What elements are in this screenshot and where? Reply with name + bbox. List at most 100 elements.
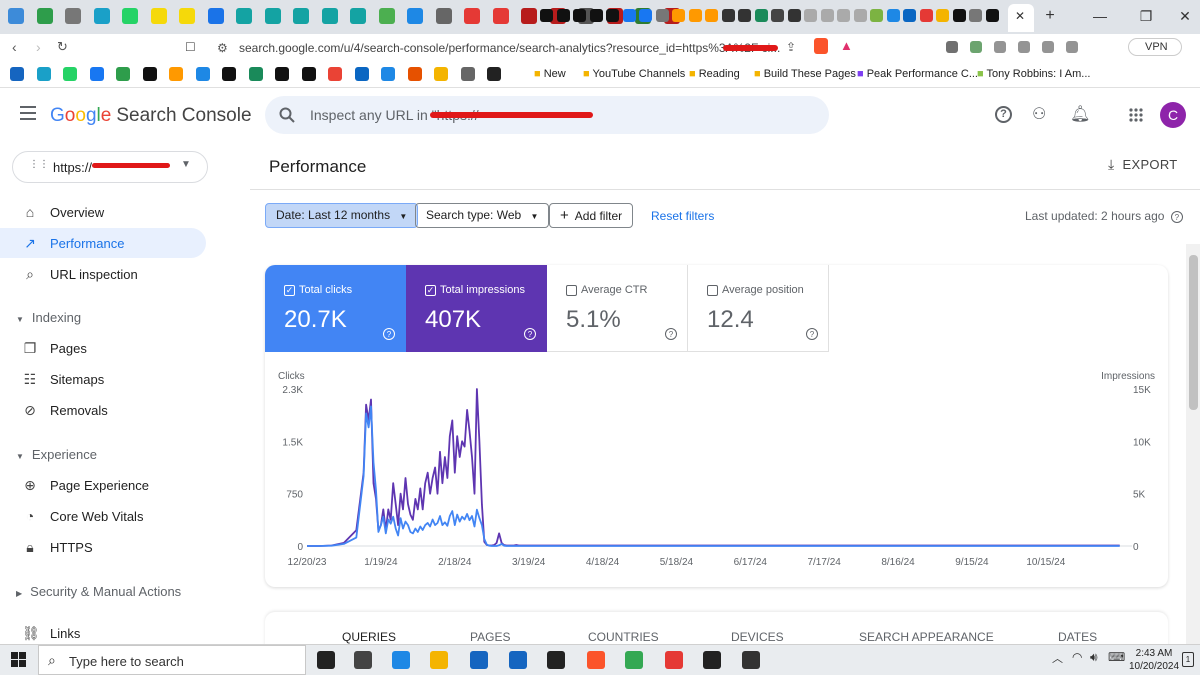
tab-favicon-icon[interactable] — [378, 8, 395, 24]
tab-favicon-icon[interactable] — [521, 8, 537, 24]
tab-favicon-icon[interactable] — [236, 8, 252, 24]
tab-queries[interactable]: QUERIES — [342, 630, 396, 644]
tab-favicon-icon[interactable] — [556, 9, 570, 22]
metric-total-impressions[interactable]: ✓ Total impressions 407K ? — [406, 265, 547, 352]
date-filter-chip[interactable]: Date: Last 12 months ▼ — [265, 203, 419, 228]
manage-users-icon[interactable]: ⚇ — [1032, 104, 1046, 124]
reset-filters-link[interactable]: Reset filters — [651, 209, 714, 223]
mail-icon[interactable] — [509, 651, 527, 669]
metric-total-clicks[interactable]: ✓ Total clicks 20.7K ? — [265, 265, 406, 352]
tab-dates[interactable]: DATES — [1058, 630, 1097, 644]
extension-icon[interactable] — [994, 41, 1006, 53]
bookmark-favicon-icon[interactable] — [275, 67, 289, 81]
tab-favicon-icon[interactable] — [969, 9, 982, 22]
tab-favicon-icon[interactable] — [837, 9, 850, 22]
bookmark-favicon-icon[interactable] — [248, 67, 263, 81]
task-view-icon[interactable] — [317, 651, 335, 669]
tab-favicon-icon[interactable] — [721, 9, 735, 22]
tab-favicon-icon[interactable] — [688, 9, 702, 22]
tab-favicon-icon[interactable] — [492, 8, 509, 24]
bookmark-favicon-icon[interactable] — [142, 67, 157, 81]
help-icon[interactable]: ? — [995, 106, 1012, 123]
bookmark-peak-performance[interactable]: ■ Peak Performance C... — [857, 68, 978, 80]
avatar[interactable]: C — [1160, 102, 1186, 128]
media-icon[interactable] — [742, 651, 760, 669]
minimize-icon[interactable]: — — [1080, 6, 1120, 26]
app-icon[interactable] — [665, 651, 683, 669]
bookmark-favicon-icon[interactable] — [63, 67, 77, 81]
scrollbar-thumb[interactable] — [1189, 255, 1198, 410]
tab-favicon-icon[interactable] — [93, 8, 110, 24]
tab-favicon-icon[interactable] — [952, 9, 966, 22]
help-icon[interactable]: ? — [665, 328, 677, 340]
notification-center-icon[interactable]: 1 — [1182, 652, 1194, 667]
forward-icon[interactable]: › — [36, 39, 41, 55]
tray-chevron-icon[interactable]: ︿ — [1052, 650, 1063, 666]
export-button[interactable]: ⤓ EXPORT — [1108, 156, 1178, 173]
tab-favicon-icon[interactable] — [870, 9, 883, 22]
taskbar-search[interactable]: ⌕ Type here to search — [38, 645, 306, 675]
notion-icon[interactable] — [547, 651, 565, 669]
tab-favicon-icon[interactable] — [903, 9, 916, 22]
tab-favicon-icon[interactable] — [886, 9, 900, 22]
menu-icon[interactable] — [20, 106, 36, 120]
bookmark-favicon-icon[interactable] — [10, 67, 24, 81]
reload-icon[interactable]: ↻ — [57, 39, 68, 55]
help-icon[interactable]: ? — [383, 328, 395, 340]
bookmark-favicon-icon[interactable] — [434, 67, 448, 81]
brave-rewards-icon[interactable]: ▲ — [840, 38, 853, 53]
section-experience[interactable]: ▼ Experience — [16, 447, 97, 462]
sidebar-item-url-inspection[interactable]: ⌕ URL inspection — [0, 259, 206, 289]
bookmark-favicon-icon[interactable] — [407, 67, 422, 81]
tab-favicon-icon[interactable] — [622, 9, 636, 22]
section-security[interactable]: ▶ Security & Manual Actions — [16, 584, 181, 599]
tab-favicon-icon[interactable] — [573, 9, 586, 22]
extension-icon[interactable] — [1066, 41, 1078, 53]
sidebar-item-pages[interactable]: ❐ Pages — [0, 333, 206, 363]
tab-favicon-icon[interactable] — [672, 9, 685, 22]
checkbox-unchecked-icon[interactable] — [566, 285, 577, 296]
tab-favicon-icon[interactable] — [65, 8, 81, 24]
bookmark-favicon-icon[interactable] — [487, 67, 501, 81]
tab-favicon-icon[interactable] — [589, 9, 603, 22]
extension-icon[interactable] — [970, 41, 982, 53]
checkbox-checked-icon[interactable]: ✓ — [425, 285, 436, 296]
back-icon[interactable]: ‹ — [12, 39, 17, 55]
chrome-icon[interactable] — [625, 651, 643, 669]
sidebar-item-performance[interactable]: ↗ Performance — [0, 228, 206, 258]
tab-favicon-icon[interactable] — [179, 8, 195, 24]
window-close-icon[interactable]: ✕ — [1165, 6, 1200, 26]
volume-icon[interactable]: 🔊︎ — [1090, 650, 1098, 665]
network-icon[interactable]: ◠ — [1072, 650, 1082, 664]
tab-favicon-icon[interactable] — [705, 9, 718, 22]
search-type-chip[interactable]: Search type: Web ▼ — [415, 203, 550, 228]
widgets-icon[interactable] — [354, 651, 372, 669]
checkbox-unchecked-icon[interactable] — [707, 285, 718, 296]
bookmark-favicon-icon[interactable] — [195, 67, 210, 81]
tab-favicon-icon[interactable] — [820, 9, 834, 22]
tab-favicon-icon[interactable] — [122, 8, 138, 24]
sidebar-item-overview[interactable]: ⌂ Overview — [0, 197, 206, 227]
tab-favicon-icon[interactable] — [639, 9, 652, 22]
bookmark-icon[interactable]: ☐ — [185, 40, 196, 54]
section-indexing[interactable]: ▼ Indexing — [16, 310, 81, 325]
extension-icon[interactable] — [1042, 41, 1054, 53]
help-icon[interactable]: ? — [806, 328, 818, 340]
tab-favicon-icon[interactable] — [207, 8, 224, 24]
bookmark-favicon-icon[interactable] — [354, 67, 369, 81]
bookmark-favicon-icon[interactable] — [381, 67, 395, 81]
tab-favicon-icon[interactable] — [655, 9, 669, 22]
edge-icon[interactable] — [392, 651, 410, 669]
bookmark-favicon-icon[interactable] — [169, 67, 183, 81]
file-explorer-icon[interactable] — [430, 651, 448, 669]
new-tab-icon[interactable]: + — [1030, 6, 1070, 26]
sidebar-item-sitemaps[interactable]: ☷ Sitemaps — [0, 364, 206, 394]
sidebar-item-page-experience[interactable]: ⊕ Page Experience — [0, 470, 206, 500]
tab-favicon-icon[interactable] — [804, 9, 817, 22]
help-icon[interactable]: ? — [1170, 211, 1183, 223]
metric-average-position[interactable]: Average position 12.4 ? — [688, 265, 829, 352]
tab-search-appearance[interactable]: SEARCH APPEARANCE — [859, 630, 994, 644]
brave-shield-icon[interactable] — [814, 38, 828, 54]
tab-favicon-icon[interactable] — [8, 8, 24, 24]
checkbox-checked-icon[interactable]: ✓ — [284, 285, 295, 296]
